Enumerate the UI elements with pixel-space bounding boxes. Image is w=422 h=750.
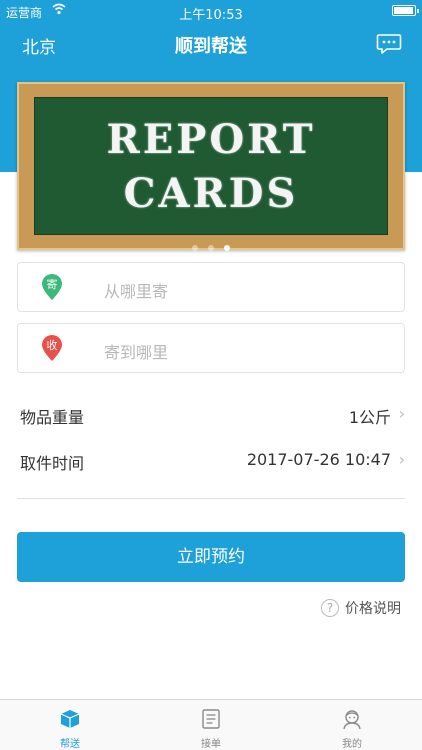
receive-pin-label: 收 <box>47 338 58 352</box>
banner-text-line2: CARDS <box>123 170 299 217</box>
banner-text-line1: REPORT <box>106 116 316 163</box>
chevron-right-icon: › <box>398 450 405 469</box>
status-time: 上午10:53 <box>179 8 243 23</box>
tab-label: 帮送 <box>60 739 80 750</box>
weight-label: 物品重量 <box>20 408 85 427</box>
receiver-address-placeholder: 寄到哪里 <box>104 343 169 362</box>
carousel-dot[interactable] <box>192 245 198 251</box>
box-icon <box>59 708 81 730</box>
tab-bar: 帮送 接单 我的 <box>0 699 422 750</box>
receiver-address-field[interactable]: 收 寄到哪里 <box>17 323 405 373</box>
weight-value: 1公斤 <box>348 408 391 427</box>
tab-orders[interactable]: 接单 <box>141 700 281 750</box>
weight-row[interactable]: 物品重量 1公斤 › <box>20 400 405 430</box>
tab-label: 接单 <box>201 739 221 750</box>
pickup-time-row[interactable]: 取件时间 2017-07-26 10:47 › <box>20 446 405 476</box>
order-list-icon <box>200 708 222 730</box>
tab-profile[interactable]: 我的 <box>282 700 422 750</box>
chevron-right-icon: › <box>398 404 405 423</box>
carousel-dots <box>19 236 403 251</box>
price-help-label: 价格说明 <box>345 601 401 617</box>
chat-bubble-icon[interactable] <box>376 32 402 56</box>
tab-send[interactable]: 帮送 <box>0 700 140 750</box>
pickup-time-value: 2017-07-26 10:47 <box>246 450 391 469</box>
banner-carousel[interactable]: REPORT CARDS <box>17 82 405 251</box>
carousel-dot[interactable] <box>208 245 214 251</box>
status-bar: 运营商 上午10:53 <box>0 0 422 23</box>
sender-address-placeholder: 从哪里寄 <box>104 282 169 301</box>
battery-icon <box>392 5 419 16</box>
receive-pin-icon: 收 <box>40 334 64 362</box>
send-pin-icon: 寄 <box>40 273 64 301</box>
question-mark-icon: ? <box>321 599 339 617</box>
divider <box>17 498 405 499</box>
pickup-time-label: 取件时间 <box>20 454 85 473</box>
price-help-link[interactable]: ? 价格说明 <box>321 598 401 620</box>
book-now-button[interactable]: 立即预约 <box>17 532 405 582</box>
carousel-dot-active[interactable] <box>224 245 230 251</box>
page-title: 顺到帮送 <box>175 36 247 57</box>
tab-label: 我的 <box>342 739 362 750</box>
sender-address-field[interactable]: 寄 从哪里寄 <box>17 262 405 312</box>
send-pin-label: 寄 <box>47 277 58 291</box>
profile-icon <box>341 708 363 730</box>
nav-bar: 北京 顺到帮送 <box>0 22 422 66</box>
chalkboard-image: REPORT CARDS <box>34 97 388 235</box>
